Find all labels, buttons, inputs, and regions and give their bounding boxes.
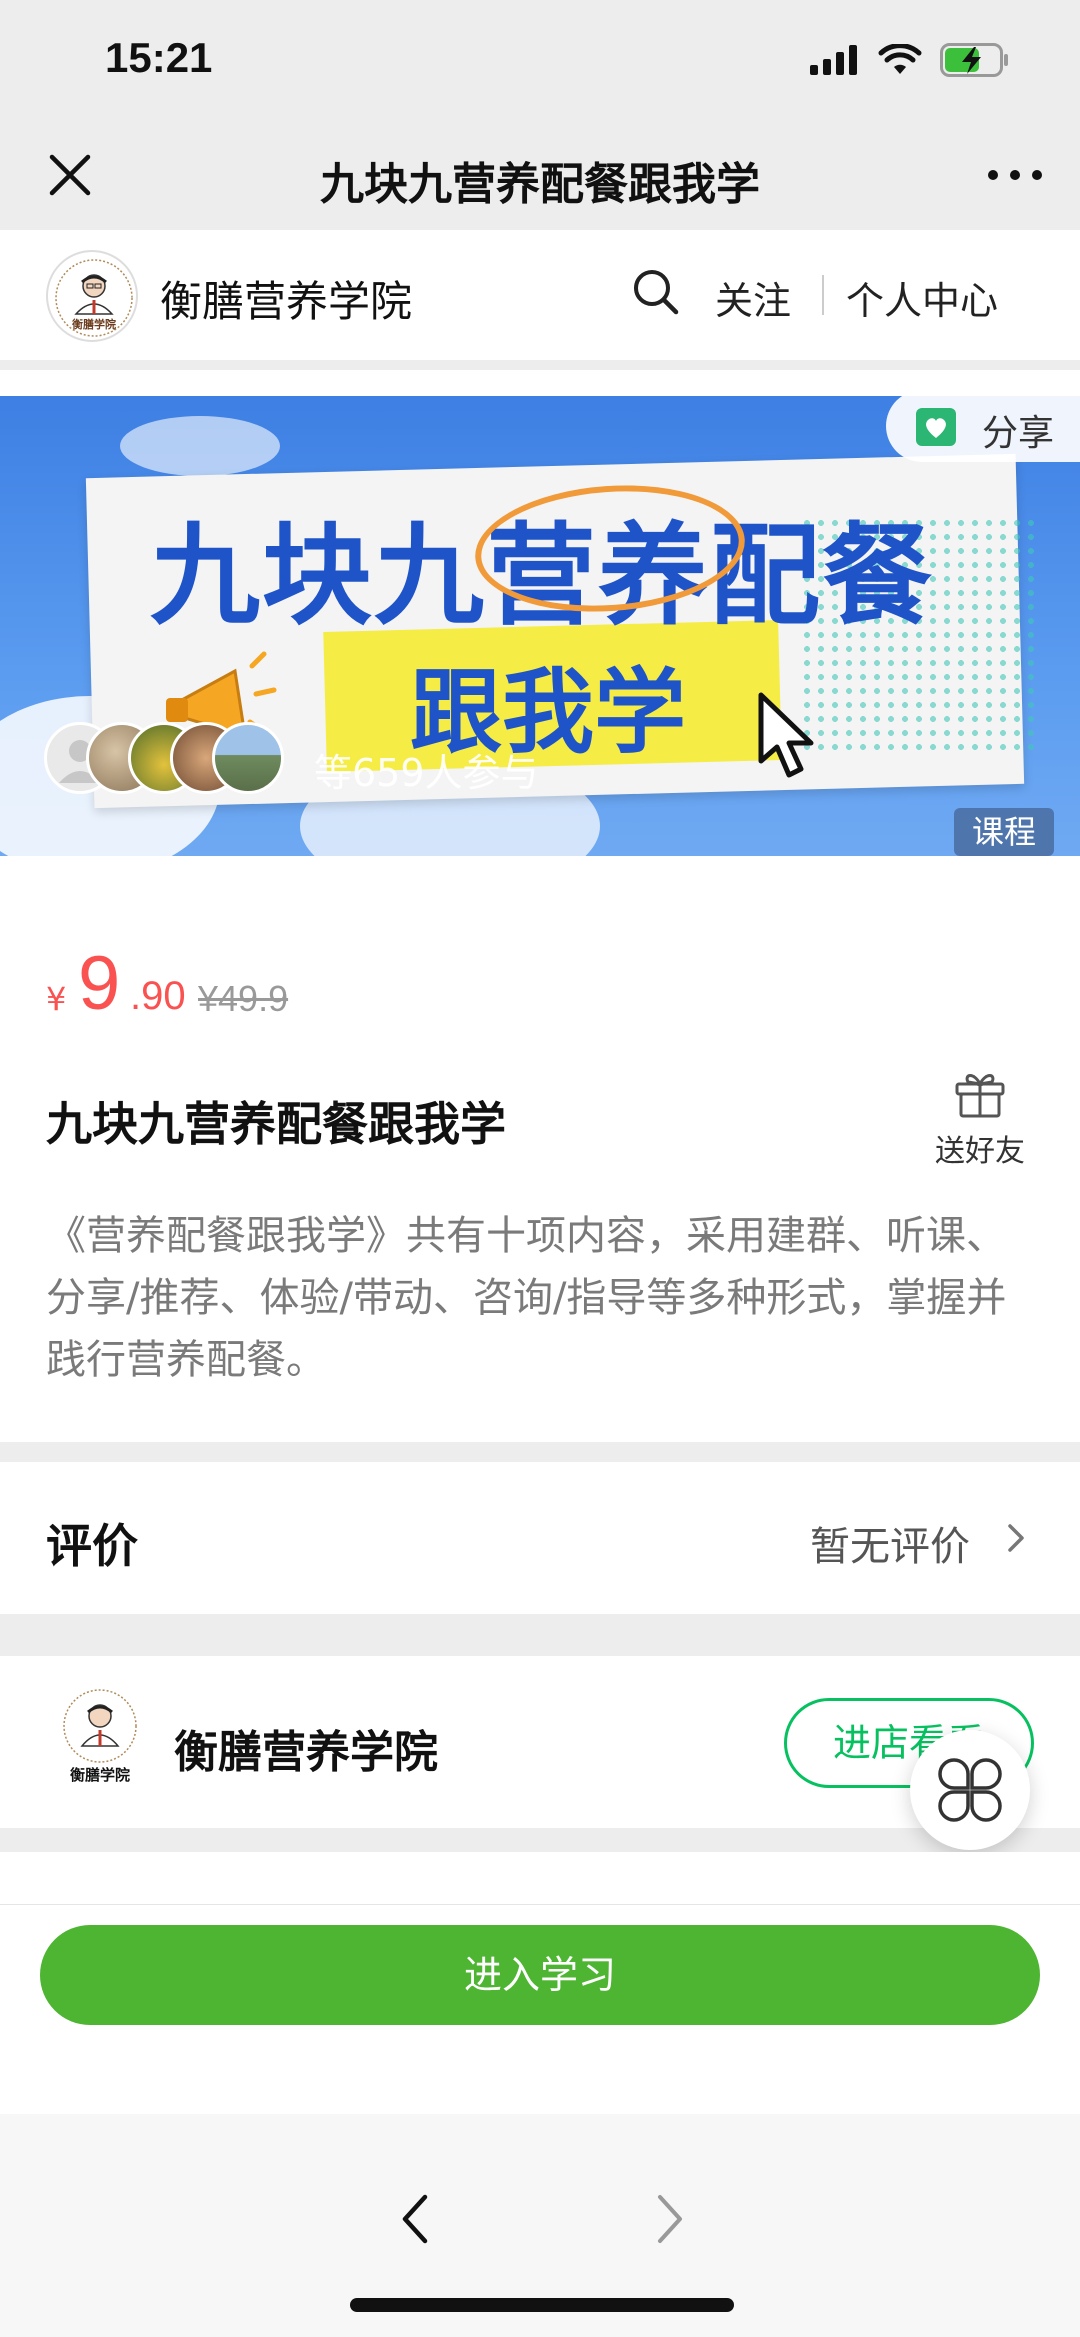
menu-grid-icon [938,1758,1002,1822]
status-time: 15:21 [105,34,213,81]
close-icon[interactable] [40,145,100,205]
reviews-status: 暂无评价 [810,1524,970,1570]
page: 15:21 九块九营养配餐跟我学 衡膳学院 衡膳营养学院 关注 个人中心 九块九… [0,0,1080,2337]
next-section-card [0,1852,1080,1912]
back-icon[interactable] [395,2189,435,2249]
participant-avatars [44,722,304,800]
course-title: 九块九营养配餐跟我学 [46,1097,506,1151]
forward-icon[interactable] [650,2189,690,2249]
status-icons [810,40,1010,80]
page-title: 九块九营养配餐跟我学 [320,159,760,210]
price-decimal: .90 [130,974,186,1018]
shop-name[interactable]: 衡膳营养学院 [160,268,412,329]
cellular-signal-icon [810,45,857,75]
shop-header: 衡膳学院 衡膳营养学院 关注 个人中心 [0,230,1080,360]
follow-button[interactable]: 关注 [715,270,791,325]
gift-to-friend-button[interactable]: 送好友 [920,1068,1040,1178]
wechat-heart-icon [916,408,956,446]
cloud-decoration [120,416,280,476]
status-bar: 15:21 [0,0,1080,120]
battery-charging-icon [940,43,1008,77]
nav-bar: 九块九营养配餐跟我学 [0,120,1080,230]
more-icon[interactable] [980,145,1050,205]
bottom-action-area: 进入学习 [0,1904,1080,2114]
personal-center-button[interactable]: 个人中心 [846,270,998,325]
original-price: ¥49.9 [198,978,289,1019]
wifi-icon [878,44,922,74]
shop-row-name[interactable]: 衡膳营养学院 [174,1716,438,1780]
reviews-title: 评价 [46,1519,138,1573]
shop-logo-text: 衡膳学院 [72,317,116,331]
home-indicator [350,2298,734,2312]
chevron-right-icon [1008,1524,1024,1552]
cursor-icon [758,692,814,778]
course-tag: 课程 [954,808,1054,856]
reviews-row[interactable]: 评价 暂无评价 [0,1462,1080,1614]
participant-count: 等659人参与 [314,751,539,795]
enter-study-button[interactable]: 进入学习 [40,1925,1040,2025]
gift-label: 送好友 [935,1134,1025,1169]
floating-menu-button[interactable] [910,1730,1030,1850]
chef-avatar-icon: 衡膳学院 [55,259,133,337]
course-description: 《营养配餐跟我学》共有十项内容，采用建群、听课、分享/推荐、体验/带动、咨询/指… [46,1213,1007,1383]
shop-row-logo-text: 衡膳学院 [70,1766,130,1784]
share-button[interactable]: 分享 [886,390,1080,462]
shop-logo[interactable]: 衡膳学院 [52,1686,148,1794]
price-currency: ¥ [46,980,67,1018]
price-integer: 9 [78,941,121,1026]
avatar [212,722,284,794]
header-divider [822,275,824,315]
search-icon[interactable] [630,266,682,318]
share-label: 分享 [982,413,1055,454]
shop-logo[interactable]: 衡膳学院 [46,250,138,342]
gift-icon [955,1074,1005,1118]
